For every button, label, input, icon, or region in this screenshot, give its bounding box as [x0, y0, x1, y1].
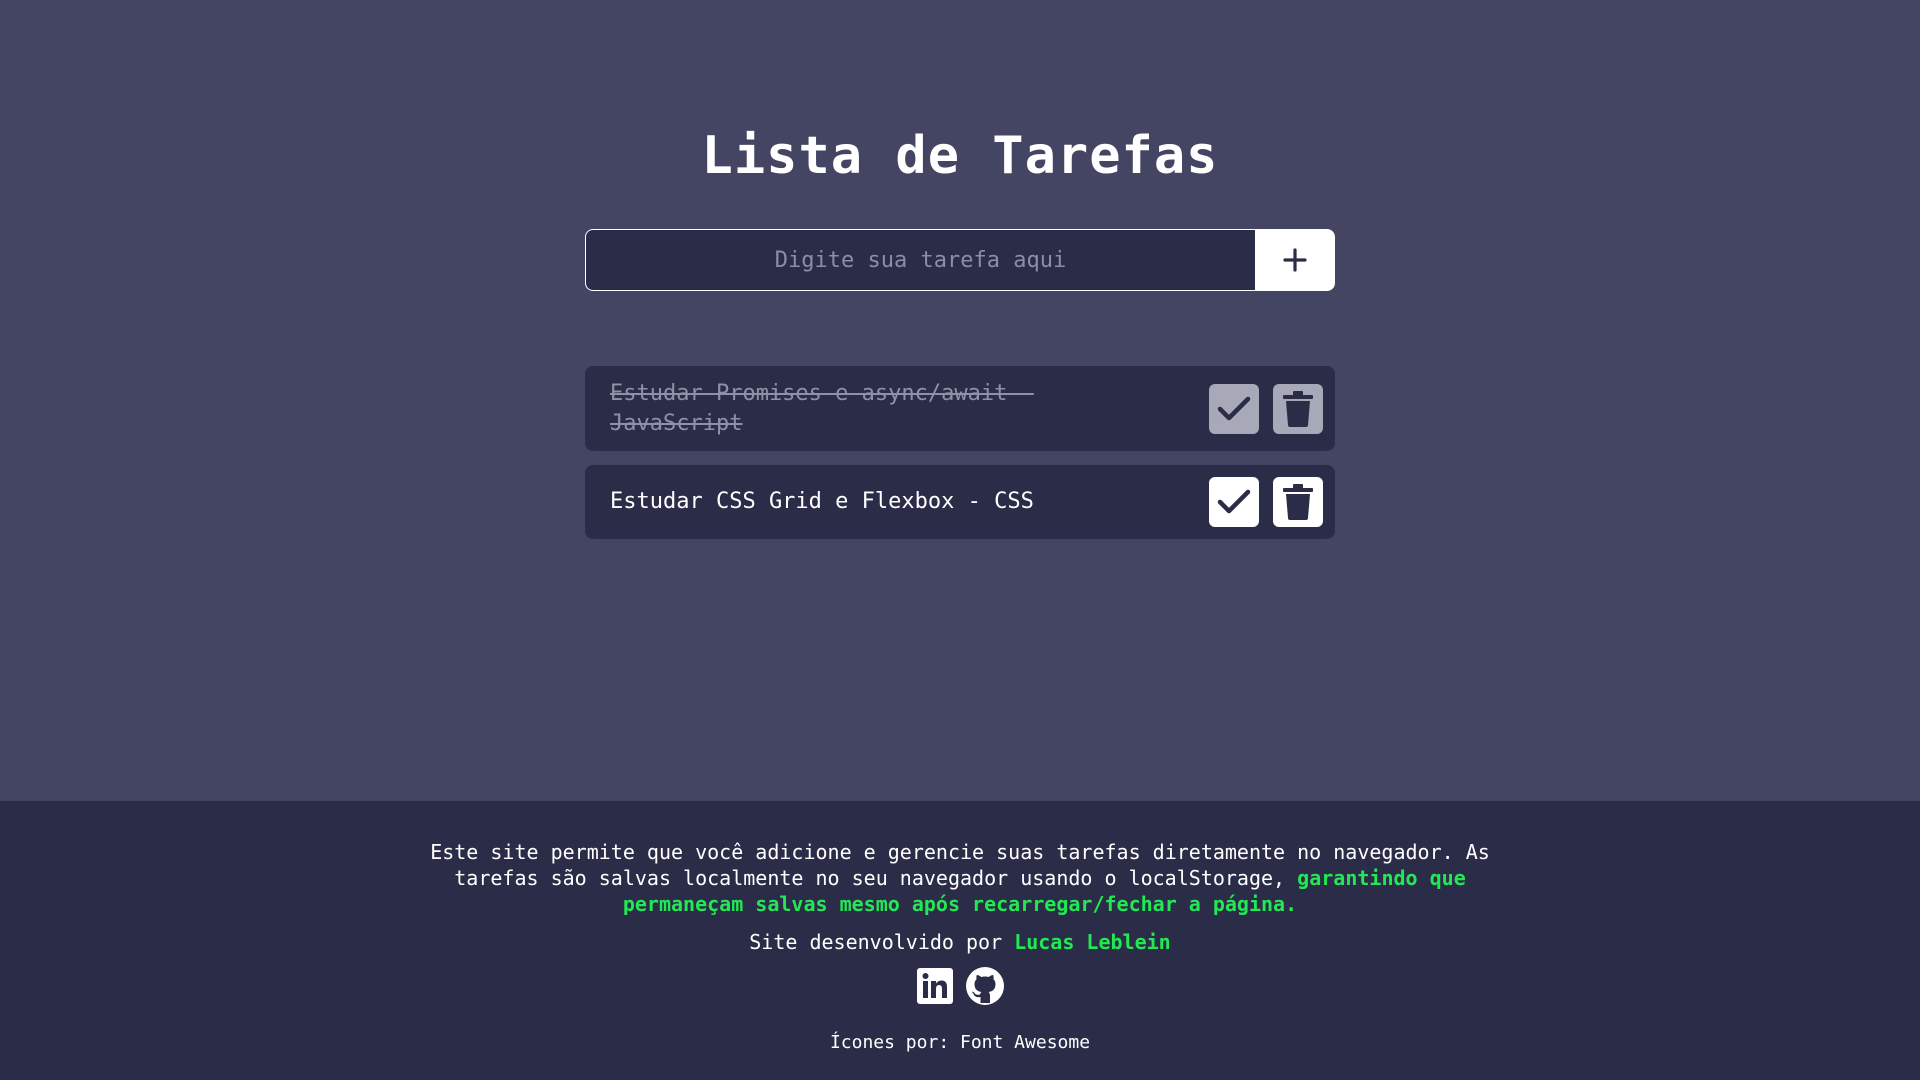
- footer-about: Este site permite que você adicione e ge…: [420, 839, 1500, 917]
- plus-icon: [1283, 248, 1307, 272]
- icons-credit: Ícones por: Font Awesome: [829, 1032, 1091, 1053]
- add-task-form: [585, 229, 1335, 291]
- trash-icon: [1283, 484, 1313, 520]
- check-icon: [1217, 489, 1251, 514]
- task-item: Estudar CSS Grid e Flexbox - CSS: [585, 465, 1335, 539]
- main-section: Lista de Tarefas Estudar Promises e asyn…: [0, 0, 1920, 801]
- linkedin-icon: [917, 968, 953, 1004]
- linkedin-link[interactable]: [915, 966, 955, 1006]
- trash-icon: [1283, 390, 1313, 427]
- footer-credit: Site desenvolvido por Lucas Leblein: [0, 930, 1920, 954]
- footer: Este site permite que você adicione e ge…: [0, 801, 1920, 1080]
- check-icon: [1217, 396, 1251, 420]
- delete-task-button[interactable]: [1273, 477, 1323, 527]
- github-link[interactable]: [965, 966, 1005, 1006]
- task-list: Estudar Promises e async/await - JavaScr…: [585, 366, 1335, 553]
- task-input[interactable]: [585, 229, 1255, 291]
- page-title: Lista de Tarefas: [701, 126, 1219, 186]
- author-link[interactable]: Lucas Leblein: [1014, 930, 1171, 954]
- task-item: Estudar Promises e async/await - JavaScr…: [585, 366, 1335, 451]
- github-icon: [966, 967, 1004, 1005]
- social-links: [0, 966, 1920, 1006]
- task-text: Estudar CSS Grid e Flexbox - CSS: [610, 489, 1034, 514]
- add-task-button[interactable]: [1255, 229, 1335, 291]
- delete-task-button[interactable]: [1273, 383, 1323, 434]
- complete-task-button[interactable]: [1209, 477, 1259, 527]
- task-text: Estudar Promises e async/await - JavaScr…: [610, 380, 1034, 436]
- complete-task-button[interactable]: [1209, 383, 1259, 434]
- credit-text: Site desenvolvido por: [749, 930, 1003, 954]
